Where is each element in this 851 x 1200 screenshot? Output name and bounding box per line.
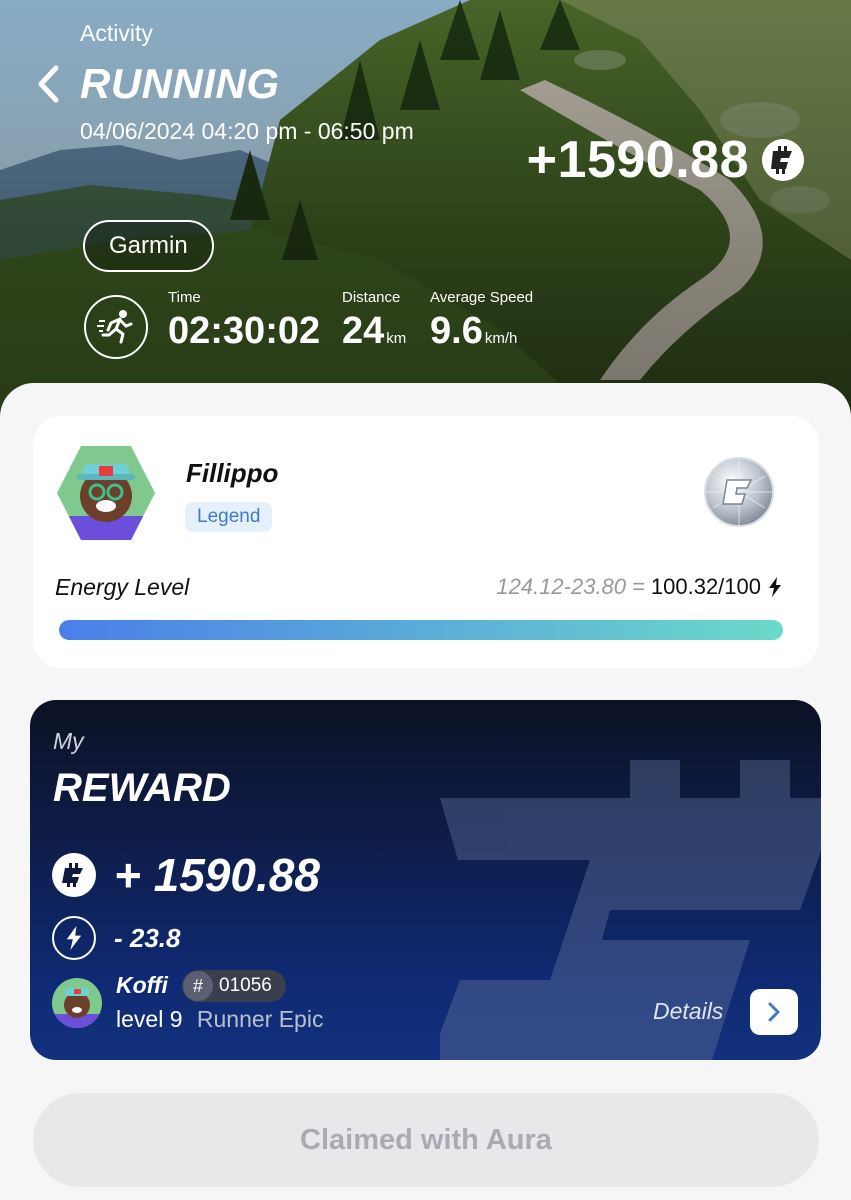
token-coin-icon <box>52 853 96 897</box>
details-label: Details <box>653 998 724 1024</box>
stat-speed-value: 9.6 <box>430 310 483 352</box>
reward-card: My REWARD + 1590.88 - 23.8 Koffi # 01056… <box>30 700 821 1060</box>
reward-subtitle: My <box>53 728 84 754</box>
chevron-left-icon <box>38 65 59 103</box>
stat-distance-label: Distance <box>342 289 401 306</box>
hero-reward-amount: +1590.88 <box>527 130 805 190</box>
page-title: RUNNING <box>80 60 280 107</box>
stat-time: Time 02:30:02 <box>168 289 320 353</box>
energy-progress-bar <box>59 620 783 640</box>
reward-energy-cost: - 23.8 <box>114 922 181 953</box>
energy-progress-fill <box>59 620 783 640</box>
lightning-icon <box>769 577 781 597</box>
claim-button[interactable]: Claimed with Aura <box>33 1093 819 1187</box>
energy-equals-sign: = <box>632 574 645 599</box>
stat-distance: Distance 24 km <box>342 289 406 353</box>
owner-level-number: 9 <box>169 1006 183 1032</box>
token-coin-icon <box>762 139 804 181</box>
energy-level-label: Energy Level <box>55 574 190 600</box>
energy-formula: 124.12-23.80 = 100.32/100 <box>496 574 783 600</box>
hero-banner: Activity RUNNING 04/06/2024 04:20 pm - 0… <box>0 0 851 420</box>
chevron-right-icon <box>768 1002 780 1022</box>
stat-time-label: Time <box>168 289 201 306</box>
stat-speed: Average Speed 9.6 km/h <box>430 289 533 353</box>
owner-avatar <box>52 978 102 1028</box>
device-source-pill: Garmin <box>83 220 214 272</box>
activity-date-range: 04/06/2024 04:20 pm - 06:50 pm <box>80 118 414 144</box>
running-activity-icon <box>84 295 148 359</box>
stat-distance-value: 24 <box>342 310 385 352</box>
rank-badge: Legend <box>185 502 273 532</box>
user-avatar[interactable] <box>55 444 157 542</box>
profile-card: Fillippo Legend Energy Level 124.12-23.8… <box>33 416 819 668</box>
token-id-chip: # 01056 <box>182 970 286 1002</box>
owner-level: level 9 Runner Epic <box>116 1006 323 1033</box>
profile-username: Fillippo <box>186 458 279 488</box>
owner-name: Koffi <box>116 972 168 998</box>
energy-result: 100.32/100 <box>650 574 761 599</box>
back-button[interactable] <box>32 62 66 106</box>
owner-level-class: Runner Epic <box>196 1006 324 1032</box>
token-id: 01056 <box>219 975 272 996</box>
reward-energy-row: - 23.8 <box>52 916 181 960</box>
stat-speed-unit: km/h <box>484 330 518 347</box>
stat-distance-unit: km <box>386 330 407 347</box>
stat-speed-label: Average Speed <box>430 289 534 306</box>
details-button[interactable] <box>750 989 798 1035</box>
token-hash-sign: # <box>183 971 213 1001</box>
energy-calculation: 124.12-23.80 <box>496 574 627 599</box>
diamond-coin-icon <box>704 457 774 527</box>
owner-level-word: level <box>116 1006 164 1032</box>
stat-time-value: 02:30:02 <box>168 310 321 352</box>
reward-token-row: + 1590.88 <box>52 848 320 902</box>
reward-token-amount: + 1590.88 <box>114 849 320 901</box>
lightning-icon <box>52 916 96 960</box>
reward-title: REWARD <box>53 766 231 810</box>
activity-label: Activity <box>80 20 153 46</box>
hero-reward-value: +1590.88 <box>526 131 749 189</box>
